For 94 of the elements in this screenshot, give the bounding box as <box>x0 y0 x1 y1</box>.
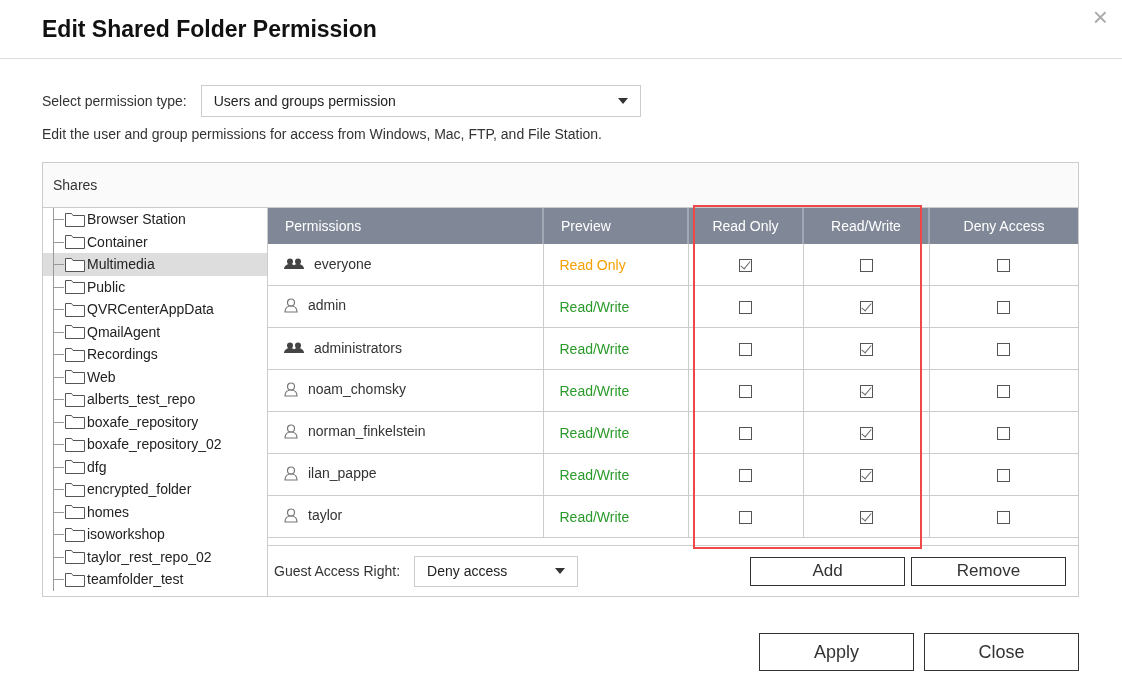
user-icon <box>284 297 298 313</box>
deny-access-checkbox[interactable] <box>997 469 1011 483</box>
share-tree-item[interactable]: Public <box>43 275 267 298</box>
folder-icon <box>65 436 85 452</box>
share-tree-item[interactable]: Browser Station <box>43 208 267 231</box>
preview-text: Read/Write <box>559 508 630 525</box>
share-tree-item[interactable]: Web <box>43 365 267 388</box>
share-tree-item[interactable]: dfg <box>43 455 267 478</box>
folder-icon <box>65 391 85 407</box>
read-write-checkbox[interactable] <box>859 469 873 483</box>
folder-icon <box>65 504 85 520</box>
folder-icon <box>65 301 85 317</box>
guest-access-label: Guest Access Right: <box>274 563 401 579</box>
caret-icon <box>555 568 566 574</box>
read-only-checkbox[interactable] <box>739 301 752 315</box>
preview-text: Read/Write <box>559 466 630 483</box>
account-name: everyone <box>314 256 372 272</box>
column-header: Read Only <box>688 208 803 244</box>
column-header: Deny Access <box>929 208 1078 244</box>
preview-text: Read/Write <box>559 298 630 315</box>
folder-icon <box>65 459 85 475</box>
read-write-checkbox[interactable] <box>859 301 873 315</box>
permission-type-label: Select permission type: <box>42 93 187 109</box>
folder-icon <box>65 279 85 295</box>
folder-icon <box>65 414 85 430</box>
user-icon <box>284 381 298 397</box>
user-icon <box>284 423 298 439</box>
share-tree-item[interactable]: isoworkshop <box>43 523 267 546</box>
folder-icon <box>65 549 85 565</box>
shares-header: Shares <box>43 163 1078 208</box>
account-name: ilan_pappe <box>308 465 377 482</box>
account-name: noam_chomsky <box>308 381 407 398</box>
user-icon <box>284 507 298 523</box>
read-only-checkbox[interactable] <box>739 469 752 483</box>
apply-button[interactable]: Apply <box>759 633 914 671</box>
deny-access-checkbox[interactable] <box>997 427 1011 441</box>
column-header: Preview <box>543 208 688 244</box>
read-only-checkbox[interactable] <box>739 427 752 441</box>
read-only-checkbox[interactable] <box>739 385 752 399</box>
add-button[interactable]: Add <box>750 556 905 586</box>
share-tree-item[interactable]: teamfolder_test <box>43 568 267 591</box>
account-name: taylor <box>308 507 343 524</box>
read-only-checkbox[interactable] <box>739 259 752 273</box>
account-name: admin <box>308 297 347 314</box>
share-tree-item[interactable]: alberts_test_repo <box>43 388 267 411</box>
share-tree-item[interactable]: boxafe_repository <box>43 410 267 433</box>
permission-type-dropdown[interactable]: Users and groups permission <box>200 85 641 117</box>
share-tree-item[interactable]: encrypted_folder <box>43 478 267 501</box>
dialog-title: Edit Shared Folder Permission <box>42 15 377 43</box>
folder-icon <box>65 256 85 272</box>
account-name: administrators <box>314 340 402 356</box>
group-icon <box>284 258 304 270</box>
share-tree-item[interactable]: Container <box>43 230 267 253</box>
preview-text: Read Only <box>559 256 626 273</box>
account-name: norman_finkelstein <box>308 423 426 440</box>
folder-icon <box>65 571 85 587</box>
share-tree-item[interactable]: homes <box>43 500 267 523</box>
deny-access-checkbox[interactable] <box>997 385 1011 399</box>
read-write-checkbox[interactable] <box>859 259 873 273</box>
share-tree-item[interactable]: Recordings <box>43 343 267 366</box>
folder-icon <box>65 234 85 250</box>
read-write-checkbox[interactable] <box>859 511 873 525</box>
description-text: Edit the user and group permissions for access from Windows, Mac, FTP, and File Station. <box>42 126 603 142</box>
remove-button[interactable]: Remove <box>911 556 1066 586</box>
read-write-checkbox[interactable] <box>859 385 873 399</box>
share-tree-item[interactable]: QmailAgent <box>43 320 267 343</box>
folder-icon <box>65 526 85 542</box>
preview-text: Read/Write <box>559 340 630 357</box>
user-icon <box>284 465 298 481</box>
read-write-checkbox[interactable] <box>859 427 873 441</box>
guest-access-dropdown[interactable]: Deny access <box>414 555 579 587</box>
share-tree-item[interactable]: boxafe_repository_02 <box>43 433 267 456</box>
read-only-checkbox[interactable] <box>739 343 752 357</box>
share-tree-item[interactable]: QVRCenterAppData <box>43 298 267 321</box>
deny-access-checkbox[interactable] <box>997 301 1011 315</box>
preview-text: Read/Write <box>559 382 630 399</box>
share-tree-item[interactable]: taylor_rest_repo_02 <box>43 545 267 568</box>
caret-icon <box>617 98 628 104</box>
folder-icon <box>65 211 85 227</box>
group-icon <box>284 342 304 354</box>
deny-access-checkbox[interactable] <box>997 259 1011 273</box>
folder-icon <box>65 369 85 385</box>
share-tree-item[interactable]: Multimedia <box>43 253 267 276</box>
read-write-checkbox[interactable] <box>859 343 873 357</box>
deny-access-checkbox[interactable] <box>997 511 1011 525</box>
column-header: Read/Write <box>803 208 929 244</box>
deny-access-checkbox[interactable] <box>997 343 1011 357</box>
preview-text: Read/Write <box>559 424 630 441</box>
folder-icon <box>65 481 85 497</box>
column-header: Permissions <box>268 208 543 244</box>
folder-icon <box>65 346 85 362</box>
folder-icon <box>65 324 85 340</box>
close-dialog-button[interactable]: Close <box>924 633 1079 671</box>
read-only-checkbox[interactable] <box>739 511 752 525</box>
